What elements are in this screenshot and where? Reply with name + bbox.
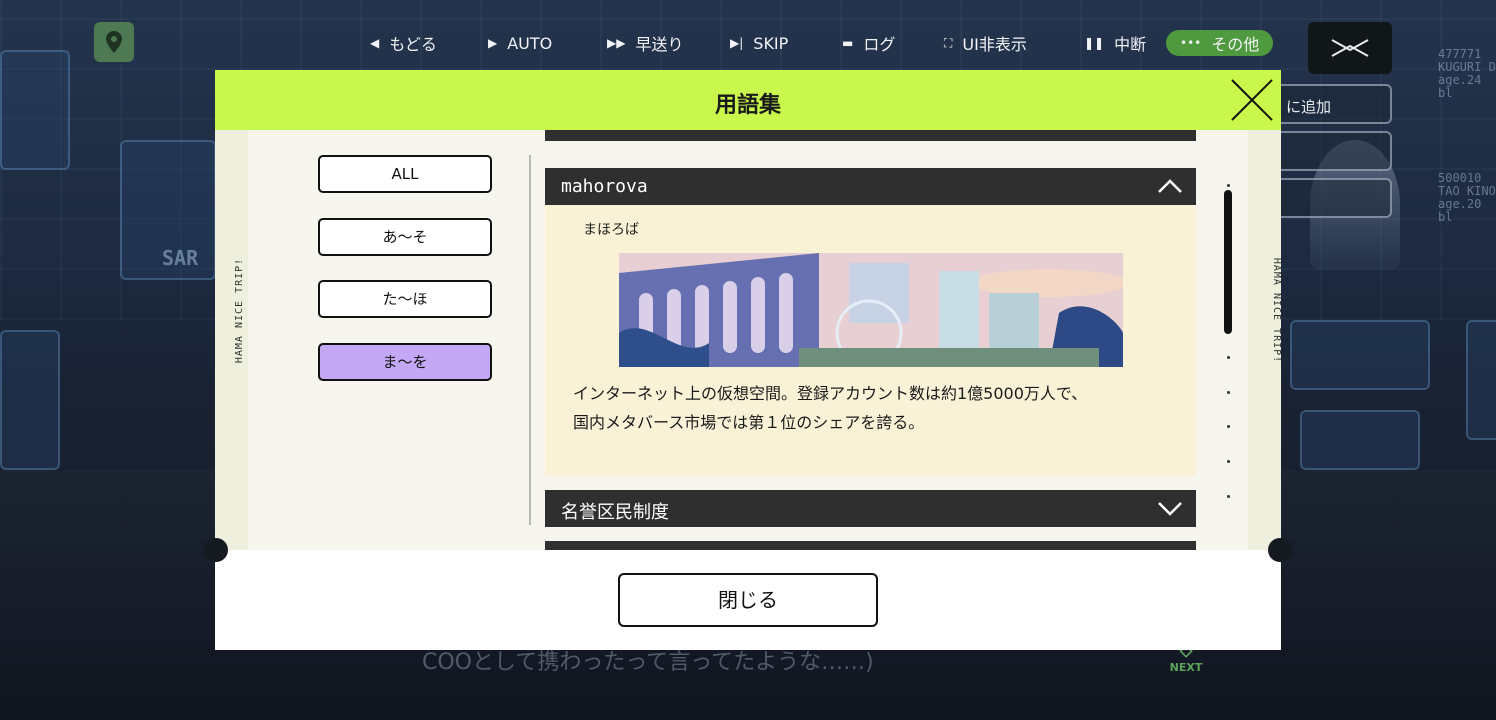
other-label: その他 bbox=[1211, 35, 1260, 54]
log-button[interactable]: ▬ ログ bbox=[842, 30, 944, 56]
other-menu-button[interactable]: ••• その他 bbox=[1166, 30, 1274, 56]
modal-notch-left bbox=[204, 538, 228, 562]
glossary-modal: 用語集 HAMA NICE TRIP! HAMA NICE TRIP! ALL … bbox=[215, 70, 1281, 650]
filter-a-so-button[interactable]: あ～そ bbox=[318, 218, 492, 256]
filter-ma-wo-button[interactable]: ま～を bbox=[318, 343, 492, 381]
modal-close-x-button[interactable] bbox=[1231, 79, 1273, 121]
side-caption: HAMA NICE TRIP! bbox=[1271, 257, 1281, 364]
scene-side-button[interactable] bbox=[1270, 178, 1392, 218]
pause-button[interactable]: ❚❚ 中断 bbox=[1084, 30, 1166, 56]
triangle-left-icon: ◀ bbox=[370, 36, 380, 50]
skip-label: SKIP bbox=[753, 33, 789, 53]
scrollbar-thumb[interactable] bbox=[1224, 190, 1232, 334]
map-location-button[interactable] bbox=[94, 22, 134, 62]
glossary-entry-header[interactable]: mahorova bbox=[545, 168, 1196, 205]
close-icon bbox=[1331, 39, 1369, 57]
chevron-up-icon bbox=[1158, 179, 1182, 193]
glossary-entry-body: まほろば インターネット上の仮想空間。登録アカウント数は約1億5000万人で、 … bbox=[545, 205, 1196, 476]
back-button[interactable]: ◀ もどる bbox=[370, 30, 488, 56]
description-line: インターネット上の仮想空間。登録アカウント数は約1億5000万人で、 bbox=[573, 384, 1088, 403]
description-line: 国内メタバース市場では第１位のシェアを誇る。 bbox=[573, 413, 925, 432]
side-caption: HAMA NICE TRIP! bbox=[234, 257, 246, 364]
window-close-button[interactable] bbox=[1308, 22, 1392, 74]
fast-forward-icon: ▶▶ bbox=[607, 36, 626, 50]
close-button[interactable]: 閉じる bbox=[618, 573, 878, 627]
play-icon: ▶ bbox=[488, 36, 498, 50]
auto-button[interactable]: ▶ AUTO bbox=[488, 30, 607, 56]
entry-description: インターネット上の仮想空間。登録アカウント数は約1億5000万人で、 国内メタバ… bbox=[573, 379, 1173, 437]
skip-icon: ▶| bbox=[730, 36, 744, 50]
pause-icon: ❚❚ bbox=[1084, 36, 1105, 50]
log-icon: ▬ bbox=[842, 36, 854, 50]
glossary-entry-header[interactable]: 名誉区民制度 bbox=[545, 490, 1196, 527]
scene-monitor bbox=[1466, 320, 1496, 440]
scroll-dot bbox=[1227, 425, 1230, 428]
character-tag: 477771 KUGURI Dage.24 bl bbox=[1438, 47, 1496, 100]
scene-monitor bbox=[1290, 320, 1430, 390]
log-label: ログ bbox=[863, 35, 896, 54]
auto-label: AUTO bbox=[507, 33, 553, 53]
scroll-dot bbox=[1227, 460, 1230, 463]
scroll-dot bbox=[1227, 184, 1230, 187]
back-label: もどる bbox=[389, 35, 437, 54]
modal-title: 用語集 bbox=[714, 93, 781, 118]
location-pin-icon bbox=[106, 31, 122, 53]
frame-icon: ⛶ bbox=[944, 35, 953, 50]
scene-side-button[interactable] bbox=[1270, 131, 1392, 171]
fast-forward-button[interactable]: ▶▶ 早送り bbox=[607, 30, 730, 56]
entry-illustration bbox=[619, 253, 1123, 367]
side-strip-right: HAMA NICE TRIP! bbox=[1248, 130, 1281, 550]
skip-button[interactable]: ▶| SKIP bbox=[730, 30, 842, 56]
character-tag: 500010 TAO KINO age.20 bl bbox=[1438, 171, 1496, 224]
close-icon bbox=[1231, 79, 1273, 121]
chevron-down-icon bbox=[1158, 502, 1182, 516]
more-dots-icon: ••• bbox=[1180, 36, 1202, 50]
modal-footer: 閉じる bbox=[215, 550, 1281, 650]
entry-term: mahorova bbox=[561, 176, 648, 197]
hide-ui-label: UI非表示 bbox=[962, 35, 1027, 54]
modal-body: HAMA NICE TRIP! HAMA NICE TRIP! ALL あ～そ … bbox=[215, 130, 1281, 550]
side-strip-left: HAMA NICE TRIP! bbox=[215, 130, 248, 550]
divider bbox=[529, 155, 531, 525]
hide-ui-button[interactable]: ⛶ UI非表示 bbox=[944, 30, 1084, 56]
entry-term: 名誉区民制度 bbox=[561, 502, 669, 523]
scroll-dot bbox=[1227, 391, 1230, 394]
top-menu-bar: ◀ もどる ▶ AUTO ▶▶ 早送り ▶| SKIP ▬ ログ ⛶ UI非表示… bbox=[370, 30, 1274, 56]
fast-forward-label: 早送り bbox=[635, 35, 684, 54]
scroll-dot bbox=[1227, 356, 1230, 359]
scene-sign: SAR bbox=[162, 246, 199, 270]
next-label: NEXT bbox=[1169, 661, 1203, 674]
scene-monitor bbox=[1300, 410, 1420, 470]
filter-ta-ho-button[interactable]: た～ほ bbox=[318, 280, 492, 318]
glossary-entry-header[interactable] bbox=[545, 541, 1196, 550]
scroll-dot bbox=[1227, 495, 1230, 498]
scene-monitor bbox=[0, 50, 70, 170]
entry-reading: まほろば bbox=[583, 222, 639, 238]
scene-monitor bbox=[0, 330, 60, 470]
glossary-entry-header[interactable] bbox=[545, 130, 1196, 141]
pause-label: 中断 bbox=[1114, 35, 1147, 54]
add-button[interactable]: に追加 bbox=[1270, 84, 1392, 124]
modal-header: 用語集 bbox=[215, 70, 1281, 130]
modal-notch-right bbox=[1268, 538, 1292, 562]
filter-all-button[interactable]: ALL bbox=[318, 155, 492, 193]
cityscape-illustration bbox=[619, 253, 1123, 367]
